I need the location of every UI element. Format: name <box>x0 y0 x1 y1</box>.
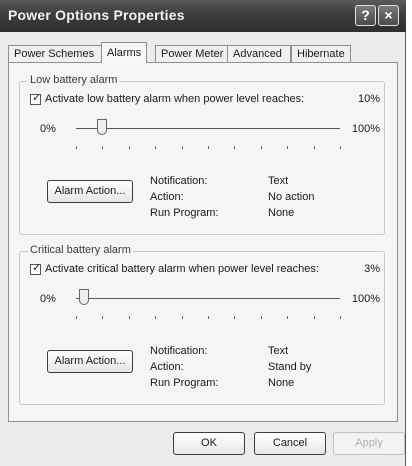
slider-track <box>76 298 340 299</box>
tab-hibernate[interactable]: Hibernate <box>291 45 351 62</box>
slider-min-label: 0% <box>40 123 56 135</box>
low-battery-checkbox-row[interactable]: ✓ Activate low battery alarm when power … <box>30 92 380 109</box>
critical-battery-group-label: Critical battery alarm <box>28 244 133 256</box>
slider-tick <box>260 316 262 319</box>
low-battery-alarm-action-button[interactable]: Alarm Action... <box>47 180 133 203</box>
slider-tick <box>102 146 104 149</box>
help-icon: ? <box>361 7 370 23</box>
slider-tick <box>234 146 236 149</box>
slider-max-label: 100% <box>351 293 380 305</box>
tab-advanced[interactable]: Advanced <box>227 45 291 62</box>
critical-battery-checkbox-row[interactable]: ✓ Activate critical battery alarm when p… <box>30 262 380 279</box>
slider-tick <box>155 146 157 149</box>
slider-max-label: 100% <box>351 123 380 135</box>
slider-tick <box>102 316 104 319</box>
run-program-label: Run Program: <box>150 377 219 389</box>
help-button[interactable]: ? <box>355 5 376 26</box>
tab-power-meter[interactable]: Power Meter <box>155 45 228 62</box>
critical-battery-alarm-action-button[interactable]: Alarm Action... <box>47 350 133 373</box>
notification-label: Notification: <box>150 175 208 187</box>
slider-tick <box>76 316 77 319</box>
close-button[interactable]: × <box>378 5 399 26</box>
slider-tick <box>155 316 157 319</box>
ok-button[interactable]: OK <box>173 432 245 455</box>
slider-tick <box>128 316 130 319</box>
close-icon: × <box>384 7 393 23</box>
alarms-panel: Low battery alarm ✓ Activate low battery… <box>8 62 398 422</box>
low-battery-level-value: 10% <box>357 93 380 105</box>
slider-min-label: 0% <box>40 293 56 305</box>
action-label: Action: <box>150 361 184 373</box>
slider-tick <box>340 316 341 319</box>
slider-tick <box>340 146 341 149</box>
slider-tick <box>234 316 236 319</box>
power-options-dialog: Power Options Properties ? × Power Schem… <box>0 0 406 466</box>
critical-battery-level-value: 3% <box>364 263 380 275</box>
notification-value: Text <box>268 345 289 357</box>
tab-power-schemes[interactable]: Power Schemes <box>8 45 102 62</box>
cancel-button[interactable]: Cancel <box>254 432 326 455</box>
critical-battery-checkbox-label: Activate critical battery alarm when pow… <box>45 263 319 275</box>
notification-value: Text <box>268 175 289 187</box>
slider-tick <box>208 146 209 149</box>
slider-track <box>76 128 340 129</box>
slider-tick <box>128 146 130 149</box>
action-value: No action <box>268 191 315 203</box>
apply-button[interactable]: Apply <box>333 432 405 455</box>
slider-thumb[interactable] <box>97 119 108 135</box>
run-program-label: Run Program: <box>150 207 219 219</box>
slider-tick <box>76 146 77 149</box>
checkmark-icon: ✓ <box>32 262 42 274</box>
slider-thumb[interactable] <box>78 289 89 305</box>
tab-alarms[interactable]: Alarms <box>101 42 147 63</box>
action-value: Stand by <box>268 361 312 373</box>
slider-tick <box>287 146 289 149</box>
slider-tick <box>181 146 183 149</box>
notification-label: Notification: <box>150 345 208 357</box>
slider-tick <box>181 316 183 319</box>
action-label: Action: <box>150 191 184 203</box>
checkmark-icon: ✓ <box>32 92 42 104</box>
run-program-value: None <box>268 207 295 219</box>
low-battery-group-label: Low battery alarm <box>28 74 120 86</box>
title-bar: Power Options Properties ? × <box>0 0 406 32</box>
window-title: Power Options Properties <box>8 7 185 23</box>
run-program-value: None <box>268 377 295 389</box>
slider-tick <box>208 316 209 319</box>
critical-battery-slider[interactable]: 0% 100% <box>30 289 380 319</box>
low-battery-checkbox-label: Activate low battery alarm when power le… <box>45 93 305 105</box>
critical-battery-checkbox[interactable]: ✓ <box>30 262 42 275</box>
low-battery-group: Low battery alarm ✓ Activate low battery… <box>19 74 385 235</box>
low-battery-slider[interactable]: 0% 100% <box>30 119 380 149</box>
slider-tick <box>313 146 315 149</box>
slider-tick <box>313 316 315 319</box>
slider-tick <box>260 146 262 149</box>
low-battery-checkbox[interactable]: ✓ <box>30 92 42 105</box>
critical-battery-group: Critical battery alarm ✓ Activate critic… <box>19 244 385 405</box>
slider-tick <box>287 316 289 319</box>
